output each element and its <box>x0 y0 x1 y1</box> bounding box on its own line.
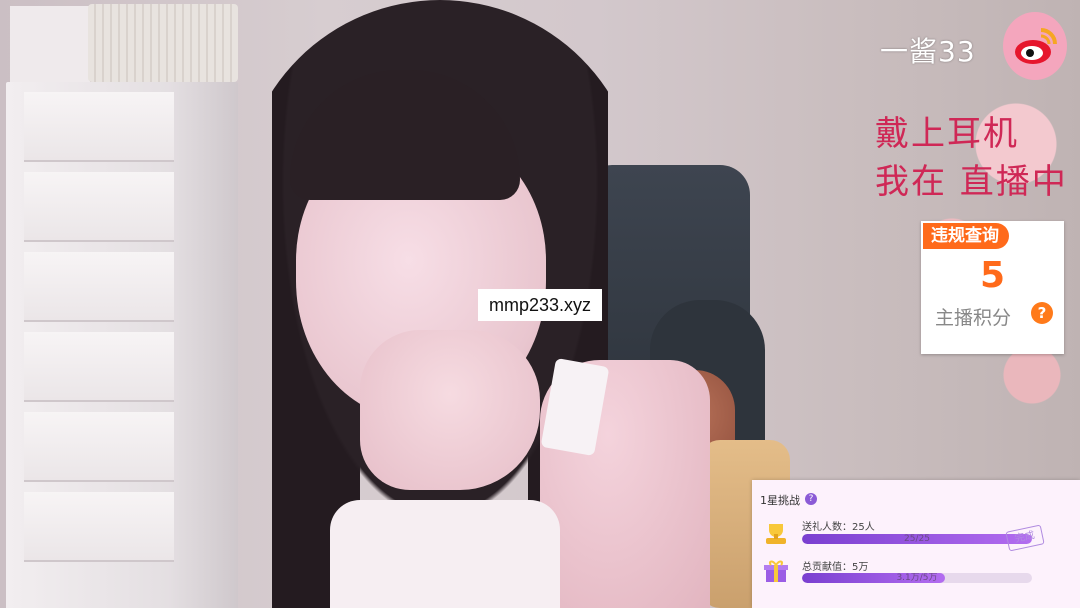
total-contribution-progress-text: 3.1万/5万 <box>896 573 938 583</box>
completed-stamp: 完成 <box>1005 524 1045 552</box>
streamer-hand <box>360 330 540 490</box>
streamer-top <box>330 500 560 608</box>
streamer-score-label: 主播积分 <box>935 307 1012 329</box>
streamer-name: 一酱33 <box>880 35 976 68</box>
caption-line-2: 我在 直播中 <box>875 162 1068 202</box>
trophy-icon <box>762 520 790 546</box>
storage-box <box>10 6 90 82</box>
storage-basket <box>88 4 238 82</box>
violation-query-tag[interactable]: 违规查询 <box>923 223 1009 249</box>
drawer-cabinet <box>6 82 238 608</box>
weibo-icon[interactable] <box>1003 12 1067 80</box>
help-icon[interactable]: ? <box>1031 302 1053 324</box>
challenge-panel: 1星挑战 ? 送礼人数：25人 25/25 完成 总贡献值：5万 3.1万/5万 <box>752 480 1080 608</box>
violation-query-card[interactable]: 违规查询 5 主播积分 ? <box>921 221 1064 354</box>
caption-line-1: 戴上耳机 <box>875 114 1019 154</box>
challenge-title: 1星挑战 <box>760 494 800 507</box>
gift-senders-progress: 25/25 <box>802 534 1032 544</box>
gift-senders-progress-text: 25/25 <box>904 534 930 544</box>
gift-senders-label: 送礼人数：25人 <box>802 522 875 533</box>
gift-icon <box>762 558 790 584</box>
total-contribution-label: 总贡献值：5万 <box>802 562 869 573</box>
challenge-help-icon[interactable]: ? <box>805 493 817 505</box>
total-contribution-progress: 3.1万/5万 <box>802 573 1032 583</box>
watermark-text: mmp233.xyz <box>478 289 602 321</box>
streamer-score: 5 <box>979 255 1006 296</box>
